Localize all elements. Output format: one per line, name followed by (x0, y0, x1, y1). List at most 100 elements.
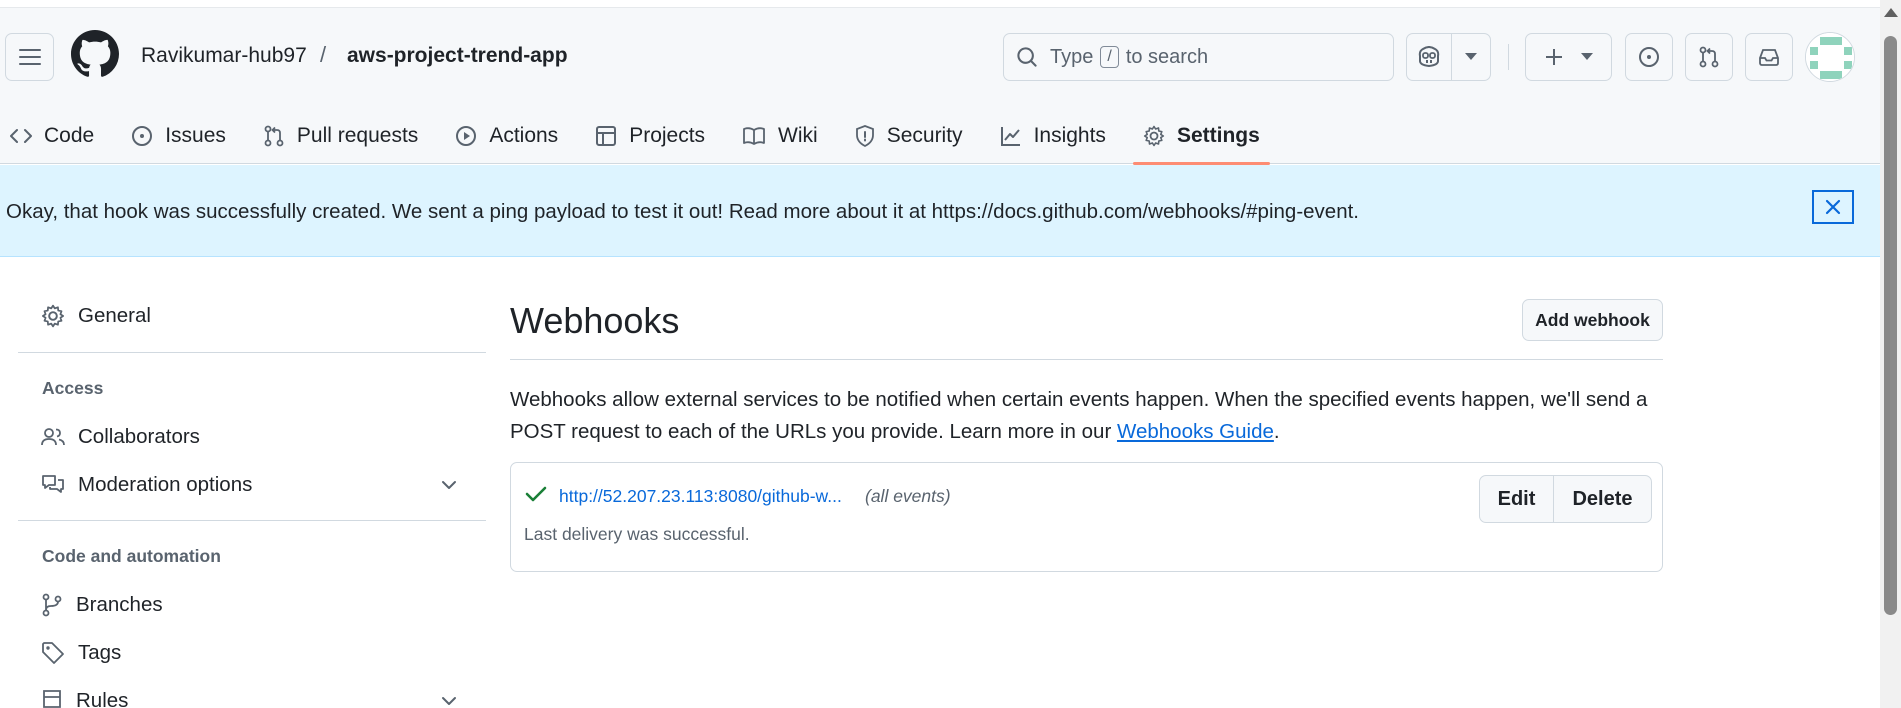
sidebar-item-tags-label: Tags (78, 641, 122, 664)
scrollbar-thumb[interactable] (1884, 36, 1897, 615)
sidebar-item-general[interactable]: General (41, 304, 151, 328)
issue-opened-icon (132, 126, 153, 146)
sidebar-item-rules[interactable]: Rules (41, 689, 128, 708)
sidebar-divider (18, 352, 486, 353)
gear-icon (1143, 125, 1165, 147)
search-input[interactable]: Type / to search (1003, 33, 1394, 81)
sidebar-heading-access: Access (42, 378, 104, 398)
tab-security[interactable]: Security (845, 108, 973, 164)
tab-projects-label: Projects (629, 124, 706, 147)
copilot-button-group (1406, 33, 1491, 81)
title-divider (510, 359, 1663, 360)
webhook-url-link[interactable]: http://52.207.23.113:8080/github-w... (559, 486, 842, 507)
menu-button[interactable] (5, 33, 54, 81)
tab-settings[interactable]: Settings (1132, 108, 1270, 165)
sidebar-item-branches[interactable]: Branches (41, 593, 163, 617)
shield-icon (855, 125, 874, 147)
git-pull-request-icon (264, 125, 284, 147)
sidebar-item-collaborators[interactable]: Collaborators (41, 425, 200, 449)
delete-webhook-button[interactable]: Delete (1554, 476, 1651, 522)
plus-icon (1546, 49, 1563, 65)
git-pull-request-icon (1699, 46, 1719, 68)
tab-settings-label: Settings (1176, 124, 1260, 147)
copilot-icon (1419, 46, 1440, 68)
tag-icon (42, 642, 64, 664)
sidebar-heading-code-automation: Code and automation (42, 546, 221, 566)
tab-issues-label: Issues (165, 124, 226, 147)
top-edge (0, 0, 1880, 8)
tab-wiki-label: Wiki (778, 124, 818, 147)
chevron-down-icon[interactable] (440, 478, 458, 492)
tab-pull-requests[interactable]: Pull requests (253, 108, 428, 164)
repo-nav: Code Issues Pull requests Actions Projec… (0, 108, 1287, 165)
gear-icon (41, 304, 65, 328)
webhook-events: (all events) (865, 486, 951, 506)
search-prefix: Type (1050, 45, 1094, 68)
sidebar-item-general-label: General (78, 304, 151, 327)
hamburger-icon (18, 49, 41, 65)
sidebar-divider (18, 520, 486, 521)
tab-insights[interactable]: Insights (990, 108, 1116, 164)
edit-webhook-button[interactable]: Edit (1480, 476, 1554, 522)
user-avatar[interactable] (1805, 32, 1855, 82)
sidebar-item-branches-label: Branches (76, 593, 163, 616)
people-icon (41, 428, 65, 446)
flash-close-button[interactable] (1812, 190, 1854, 224)
search-shortcut-key: / (1100, 46, 1119, 68)
book-icon (743, 127, 765, 145)
repo-push-icon (43, 690, 61, 708)
add-webhook-button[interactable]: Add webhook (1522, 299, 1663, 341)
tab-code-label: Code (44, 124, 95, 147)
create-new-button[interactable] (1525, 33, 1612, 81)
webhooks-description: Webhooks allow external services to be n… (510, 384, 1670, 448)
flash-message: Okay, that hook was successfully created… (6, 200, 1359, 223)
copilot-button[interactable] (1407, 34, 1453, 80)
table-icon (596, 126, 617, 146)
breadcrumb-repo[interactable]: aws-project-trend-app (347, 44, 568, 68)
breadcrumb-owner[interactable]: Ravikumar-hub97 (141, 44, 307, 68)
inbox-icon (1759, 49, 1779, 66)
search-icon (1017, 47, 1037, 67)
close-icon (1825, 199, 1841, 215)
identicon-icon (1806, 33, 1854, 81)
notifications-button[interactable] (1745, 33, 1793, 81)
sidebar-item-rules-label: Rules (76, 689, 129, 708)
your-pull-requests-button[interactable] (1685, 33, 1733, 81)
sidebar-item-tags[interactable]: Tags (41, 641, 121, 665)
sidebar-item-moderation[interactable]: Moderation options (41, 473, 252, 497)
tab-insights-label: Insights (1033, 124, 1106, 147)
triangle-down-icon (1465, 53, 1478, 60)
graph-icon (1000, 127, 1020, 146)
chevron-down-icon[interactable] (440, 694, 458, 708)
git-branch-icon (42, 593, 62, 617)
page-title: Webhooks (510, 300, 680, 341)
webhooks-guide-link[interactable]: Webhooks Guide (1117, 420, 1274, 443)
triangle-down-icon (1580, 53, 1593, 60)
tab-actions[interactable]: Actions (445, 108, 568, 164)
tab-code[interactable]: Code (0, 108, 104, 164)
github-logo-icon[interactable] (71, 30, 119, 78)
webhooks-description-end: . (1273, 420, 1280, 443)
search-suffix: to search (1125, 45, 1209, 68)
tab-wiki[interactable]: Wiki (732, 108, 828, 164)
copilot-dropdown[interactable] (1452, 34, 1490, 80)
sidebar-item-moderation-label: Moderation options (78, 473, 253, 496)
code-icon (10, 129, 32, 143)
tab-security-label: Security (886, 124, 963, 147)
issue-opened-icon (1639, 47, 1659, 67)
breadcrumb-separator: / (320, 42, 327, 67)
webhooks-description-text: Webhooks allow external services to be n… (510, 388, 1648, 443)
tab-pull-requests-label: Pull requests (296, 124, 419, 147)
sidebar-item-collaborators-label: Collaborators (78, 425, 200, 448)
webhook-list-item: http://52.207.23.113:8080/github-w... (a… (510, 462, 1663, 572)
webhook-actions: Edit Delete (1479, 475, 1652, 523)
header-divider (1508, 44, 1509, 70)
tab-projects[interactable]: Projects (585, 108, 715, 164)
tab-issues[interactable]: Issues (121, 108, 236, 164)
comment-discussion-icon (42, 475, 64, 493)
webhook-delivery-status: Last delivery was successful. (524, 524, 750, 544)
tab-actions-label: Actions (489, 124, 559, 147)
scroll-up-arrow-icon[interactable] (1884, 8, 1898, 17)
your-issues-button[interactable] (1625, 33, 1673, 81)
check-icon (525, 486, 547, 502)
